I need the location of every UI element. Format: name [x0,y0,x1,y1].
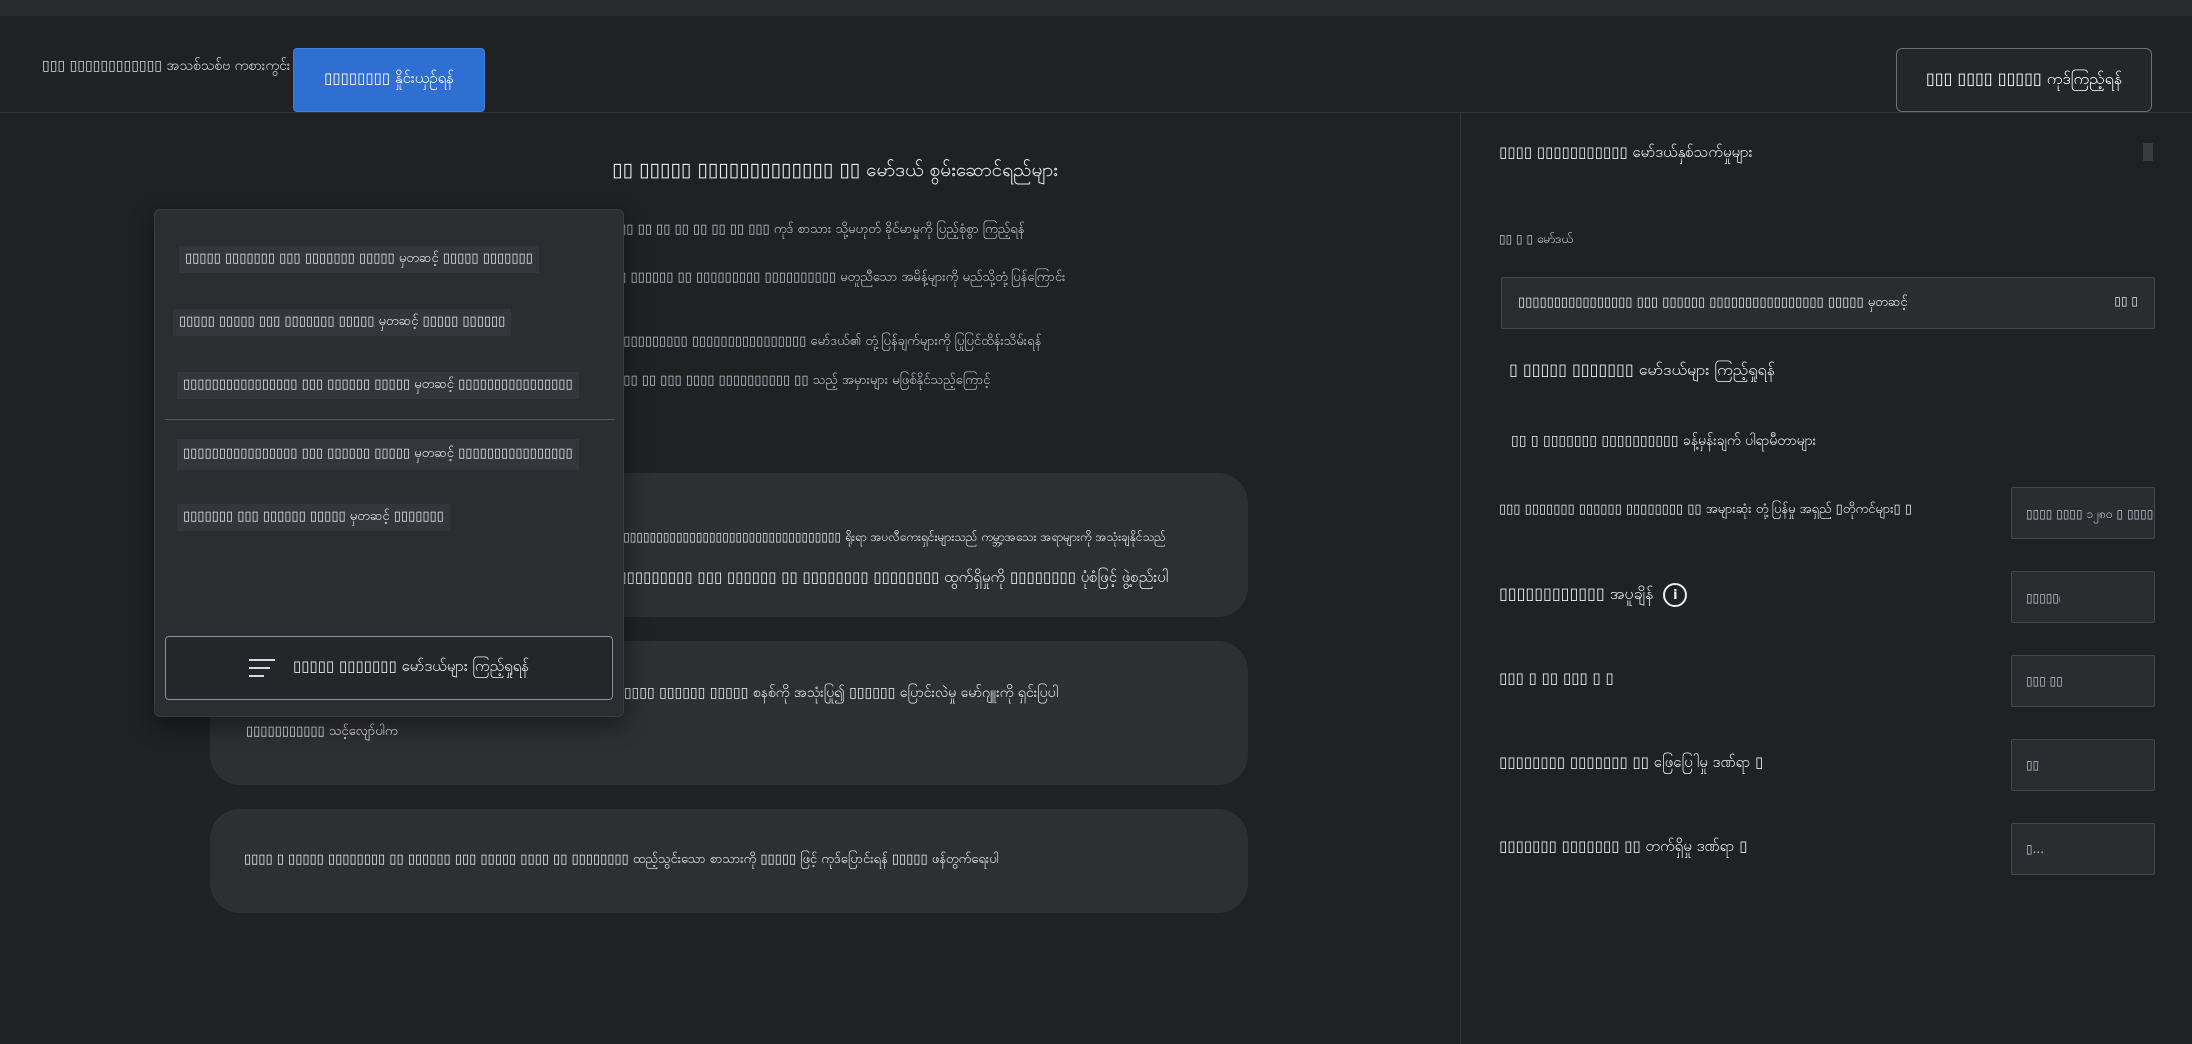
card-text: ▯▯▯▯▯▯▯▯▯▯▯▯▯▯▯▯▯▯▯▯▯▯▯▯▯▯▯▯▯▯▯▯▯▯▯ ရိုး… [610,530,1166,544]
view-models-button[interactable]: ▯▯▯▯▯ ▯▯▯▯▯▯▯ မော်ဒယ်များ ကြည့်ရှုရန် [165,636,613,700]
presence-penalty-row: ▯▯▯▯▯▯▯ ▯▯▯▯▯▯▯ ▯▯ တက်ရှိမှု ဒဏ်ရာ ▯ ▯..… [1499,823,2155,875]
example-prompt-card[interactable]: ▯▯▯▯ ▯ ▯▯▯▯▯ ▯▯▯▯▯▯▯▯ ▯▯ ▯▯▯▯▯▯ ▯▯▯ ▯▯▯▯… [210,809,1248,913]
capability-line: ▯ ▯▯ ▯▯ ▯▯▯ ▯▯▯▯ ▯▯▯▯▯▯▯▯▯▯ ▯▯ သည့် အမှာ… [612,373,991,388]
app-header: ▯▯▯ ▯▯▯▯▯▯▯▯▯▯▯▯ အသစ်သစ်ဗ ကစားကွင်း ▯▯▯▯… [0,16,2192,113]
panel-scroll-handle[interactable] [2143,143,2153,161]
list-icon [248,659,275,677]
temperature-row: ▯▯▯▯▯▯▯▯▯▯▯▯ အပူချိန် i ▯▯▯▯▯၊ [1499,571,2155,623]
model-dropdown-menu: ▯▯▯▯▯ ▯▯▯▯▯▯▯ ▯▯▯ ▯▯▯▯▯▯▯ ▯▯▯▯▯ မှတဆင့် … [154,209,624,717]
view-code-button[interactable]: ▯▯▯ ▯▯▯▯ ▯▯▯▯▯ ကုဒ်ကြည့်ရန် [1896,48,2152,112]
presence-penalty-label: ▯▯▯▯▯▯▯ ▯▯▯▯▯▯▯ ▯▯ တက်ရှိမှု ဒဏ်ရာ ▯ [1499,837,1748,855]
model-select-value: ▯▯▯▯▯▯▯▯▯▯▯▯▯▯▯▯ ▯▯▯ ▯▯▯▯▯▯ ▯▯▯▯▯▯▯▯▯▯▯▯… [1518,295,1908,310]
app-title: ▯▯▯ ▯▯▯▯▯▯▯▯▯▯▯▯ အသစ်သစ်ဗ ကစားကွင်း [42,58,291,74]
view-models-link[interactable]: ▯ ▯▯▯▯▯ ▯▯▯▯▯▯▯ မော်ဒယ်များ ကြည့်ရှုရန် [1509,359,1775,383]
top-p-label: ▯▯▯ ▯ ▯▯ ▯▯▯ ▯ ▯ [1499,669,1614,687]
chevron-down-icon: ▯▯ ▯ [2114,294,2138,308]
top-p-row: ▯▯▯ ▯ ▯▯ ▯▯▯ ▯ ▯ ▯▯▯ ▯▯ [1499,655,2155,707]
card-text: ▯▯▯▯▯▯▯▯▯▯ ▯▯▯ ▯▯▯▯▯▯ ▯▯ ▯▯▯▯▯▯▯▯ ▯▯▯▯▯▯… [610,568,1169,586]
temperature-label-text: ▯▯▯▯▯▯▯▯▯▯▯▯ အပူချိန် [1499,584,1654,603]
top-p-input[interactable]: ▯▯▯ ▯▯ [2011,655,2155,707]
info-icon[interactable]: i [1663,583,1688,607]
frequency-penalty-input[interactable]: ▯▯ [2011,739,2155,791]
dropdown-divider [165,419,615,420]
window-top-strip [0,0,2192,16]
inference-parameters-heading: ▯▯ ▯ ▯▯▯▯▯▯▯ ▯▯▯▯▯▯▯▯▯▯ ခန့်မှန်းချက် ပါ… [1511,433,1817,449]
compare-button[interactable]: ▯▯▯▯▯▯▯▯ နှိုင်းယှဉ်ရန် [293,48,485,112]
dropdown-option[interactable]: ▯▯▯▯▯ ▯▯▯▯▯▯▯ ▯▯▯ ▯▯▯▯▯▯▯ ▯▯▯▯▯ မှတဆင့် … [179,246,539,273]
main-content: ▯▯ ▯▯▯▯▯ ▯▯▯▯▯▯▯▯▯▯▯▯▯ ▯▯ မော်ဒယ် စွမ်းဆ… [0,113,1460,1044]
model-label: ▯▯ ▯ ▯ မော်ဒယ် [1499,232,1574,246]
dropdown-option[interactable]: ▯▯▯▯▯▯▯▯▯▯▯▯▯▯▯▯ ▯▯▯ ▯▯▯▯▯▯ ▯▯▯▯▯ မှတဆင့… [177,439,579,470]
panel-title: ▯▯▯▯ ▯▯▯▯▯▯▯▯▯▯▯ မော်ဒယ်နှစ်သက်မှုများ [1499,143,1753,161]
dropdown-option[interactable]: ▯▯▯▯▯▯▯▯▯▯▯▯▯▯▯▯ ▯▯▯ ▯▯▯▯▯▯ ▯▯▯▯▯ မှတဆင့… [177,372,579,399]
dropdown-option[interactable]: ▯▯▯▯▯▯▯ ▯▯▯ ▯▯▯▯▯▯ ▯▯▯▯▯ မှတဆင့် ▯▯▯▯▯▯▯ [177,504,450,531]
capability-line: ▯▯ ▯▯▯▯▯▯ ▯▯ ▯▯▯▯▯▯▯▯▯ ▯▯▯▯▯▯▯▯▯▯ မတူညီသ… [612,270,1066,285]
model-select[interactable]: ▯▯▯▯▯▯▯▯▯▯▯▯▯▯▯▯ ▯▯▯ ▯▯▯▯▯▯ ▯▯▯▯▯▯▯▯▯▯▯▯… [1501,277,2155,329]
card-text: ▯▯▯▯ ▯ ▯▯▯▯▯ ▯▯▯▯▯▯▯▯ ▯▯ ▯▯▯▯▯▯ ▯▯▯ ▯▯▯▯… [244,852,999,867]
capabilities-title: ▯▯ ▯▯▯▯▯ ▯▯▯▯▯▯▯▯▯▯▯▯▯ ▯▯ မော်ဒယ် စွမ်းဆ… [612,159,1058,181]
capability-line: ▯ ▯▯▯▯▯▯▯▯▯ ▯▯▯▯▯▯▯▯▯▯▯▯▯▯▯▯ မော်ဒယ်၏ တု… [612,334,1042,349]
frequency-penalty-row: ▯▯▯▯▯▯▯▯ ▯▯▯▯▯▯▯ ▯▯ ဖြေပြေါမှု ဒဏ်ရာ ▯ ▯… [1499,739,2155,791]
view-models-label: ▯▯▯▯▯ ▯▯▯▯▯▯▯ မော်ဒယ်များ ကြည့်ရှုရန် [292,657,530,675]
settings-panel: ▯▯▯▯ ▯▯▯▯▯▯▯▯▯▯▯ မော်ဒယ်နှစ်သက်မှုများ ▯… [1460,113,2192,1044]
temperature-label: ▯▯▯▯▯▯▯▯▯▯▯▯ အပူချိန် i [1499,583,1688,607]
temperature-input[interactable]: ▯▯▯▯▯၊ [2011,571,2155,623]
presence-penalty-input[interactable]: ▯... [2011,823,2155,875]
frequency-penalty-label: ▯▯▯▯▯▯▯▯ ▯▯▯▯▯▯▯ ▯▯ ဖြေပြေါမှု ဒဏ်ရာ ▯ [1499,753,1764,771]
capability-line: ▯▯▯ ▯▯ ▯▯ ▯▯ ▯▯ ▯▯ ▯▯ ▯▯▯ ကုဒ် စာသား သို… [612,222,1025,237]
max-tokens-label: ▯▯▯ ▯▯▯▯▯▯▯ ▯▯▯▯▯▯ ▯▯▯▯▯▯▯▯ ▯▯ အများဆုံး… [1499,502,1912,517]
max-tokens-input[interactable]: ▯▯▯▯ ▯▯▯▯ ၁၂၈၀ ▯ ▯▯▯▯ [2011,487,2155,539]
max-tokens-row: ▯▯▯ ▯▯▯▯▯▯▯ ▯▯▯▯▯▯ ▯▯▯▯▯▯▯▯ ▯▯ အများဆုံး… [1499,487,2155,539]
dropdown-option[interactable]: ▯▯▯▯▯ ▯▯▯▯▯ ▯▯▯ ▯▯▯▯▯▯▯ ▯▯▯▯▯ မှတဆင့် ▯▯… [173,309,512,336]
card-text: ▯▯▯▯▯▯▯▯▯▯▯ သင့်လျော်ပါက [246,724,398,739]
